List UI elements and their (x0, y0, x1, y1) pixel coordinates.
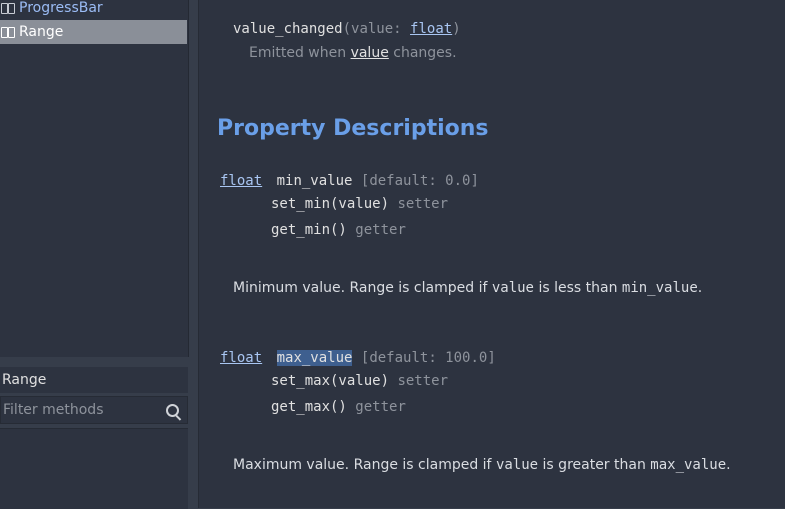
desc-code: min_value (621, 280, 698, 296)
getter-label: getter (355, 399, 406, 415)
tree-item-range[interactable]: Range (0, 20, 187, 44)
desc-code: value (495, 457, 539, 473)
method-list[interactable] (0, 428, 188, 509)
desc-text: is less than (534, 280, 622, 296)
desc-text: Minimum value. Range is clamped if (233, 280, 492, 296)
tree-item-label: ProgressBar (19, 0, 103, 16)
getter-method: get_max() (271, 399, 347, 415)
property-description: Minimum value. Range is clamped if value… (233, 280, 702, 296)
property-default: [default: 0.0] (360, 173, 479, 189)
setter-label: setter (397, 196, 449, 212)
filter-methods-field[interactable] (0, 396, 188, 424)
getter-line: get_min() getter (271, 222, 406, 238)
signal-desc-pre: Emitted when (249, 45, 351, 61)
signal-description: Emitted when value changes. (249, 45, 457, 61)
property-description: Maximum value. Range is clamped if value… (233, 457, 731, 473)
setter-method: set_min(value) (271, 196, 390, 212)
node-icon (1, 2, 15, 14)
getter-label: getter (355, 222, 406, 238)
filter-methods-input[interactable] (1, 401, 165, 419)
setter-line: set_max(value) setter (271, 373, 448, 389)
signal-open-paren: ( (342, 21, 352, 37)
signal-desc-post: changes. (388, 45, 457, 61)
getter-line: get_max() getter (271, 399, 406, 415)
search-icon (166, 404, 179, 417)
property-signature: float max_value [default: 100.0] (220, 350, 496, 366)
desc-text: . (697, 280, 703, 296)
class-tree: ProgressBar Range (0, 0, 189, 357)
setter-method: set_max(value) (271, 373, 390, 389)
property-default: [default: 100.0] (360, 350, 496, 366)
value-link[interactable]: value (351, 45, 389, 61)
signal-close-paren: ) (452, 21, 461, 37)
tree-item-label: Range (19, 24, 64, 40)
desc-text: Maximum value. Range is clamped if (233, 457, 496, 473)
node-icon (1, 26, 15, 38)
property-name-highlighted: max_value (276, 350, 353, 366)
desc-text: . (726, 457, 731, 473)
property-type-link[interactable]: float (220, 350, 262, 366)
property-signature: float min_value [default: 0.0] (220, 173, 479, 189)
desc-text: is greater than (538, 457, 651, 473)
documentation-panel[interactable]: value_changed(value: float) Emitted when… (198, 0, 785, 508)
class-name-label: Range (0, 367, 188, 393)
signal-param-type-link[interactable]: float (410, 21, 452, 37)
desc-code: value (491, 280, 534, 296)
signal-param: value: (351, 21, 411, 37)
setter-label: setter (397, 373, 449, 389)
getter-method: get_min() (271, 222, 347, 238)
desc-code: max_value (650, 457, 727, 473)
left-panel: ProgressBar Range Range (0, 0, 190, 509)
section-title: Property Descriptions (217, 116, 489, 141)
tree-item-progressbar[interactable]: ProgressBar (0, 0, 187, 20)
property-name: min_value (276, 173, 353, 189)
signal-name: value_changed (233, 21, 343, 37)
signal-signature: value_changed(value: float) (233, 21, 461, 37)
setter-line: set_min(value) setter (271, 196, 448, 212)
property-type-link[interactable]: float (220, 173, 262, 189)
